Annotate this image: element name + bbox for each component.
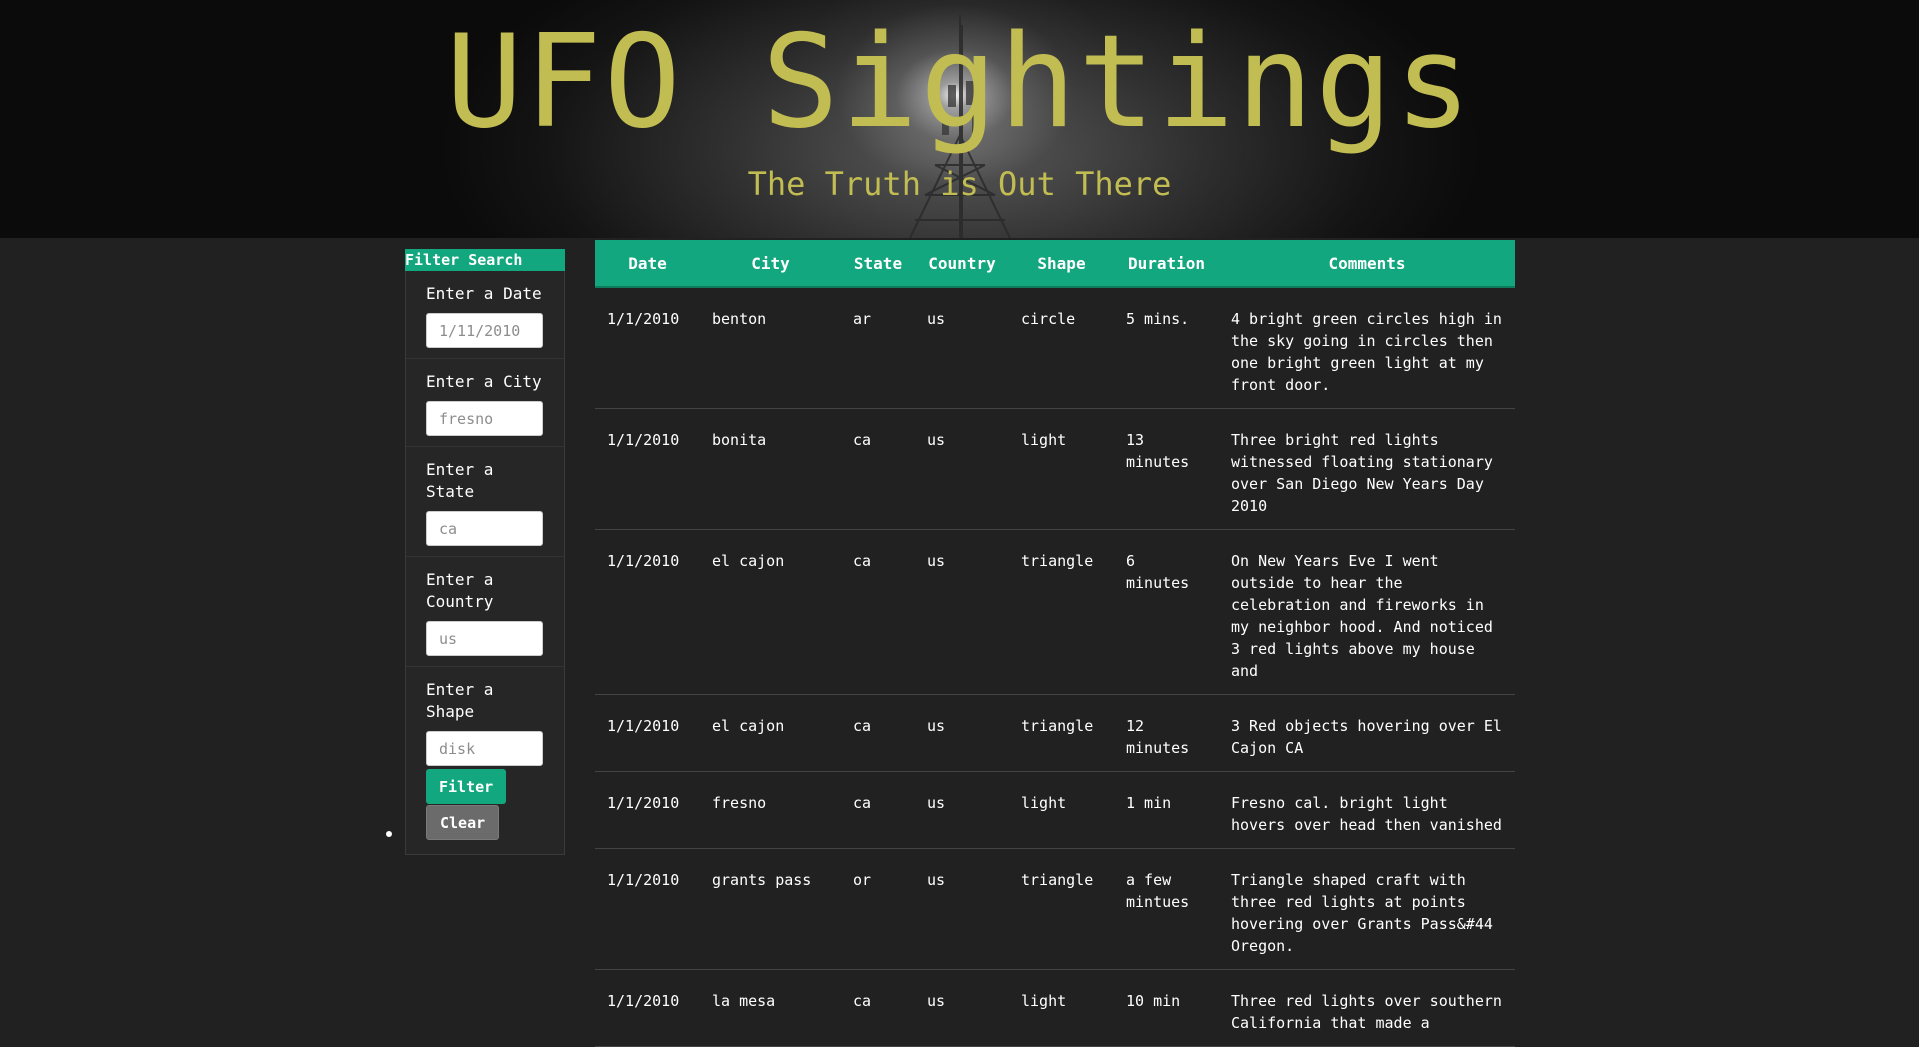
cell-city: fresno: [700, 771, 841, 849]
sightings-table: Date City State Country Shape Duration C…: [595, 240, 1515, 1047]
cell-shape: triangle: [1009, 848, 1114, 970]
cell-duration: 10 min: [1114, 969, 1219, 1047]
table-header-row: Date City State Country Shape Duration C…: [595, 240, 1515, 288]
column-header-duration[interactable]: Duration: [1114, 240, 1219, 288]
page-title: UFO Sightings: [445, 8, 1474, 157]
column-header-city[interactable]: City: [700, 240, 841, 288]
clear-button[interactable]: Clear: [426, 805, 500, 840]
cell-duration: a few mintues: [1114, 848, 1219, 970]
sightings-table-container: Date City State Country Shape Duration C…: [595, 240, 1515, 1047]
shape-filter-input[interactable]: [426, 731, 543, 766]
cell-city: el cajon: [700, 694, 841, 772]
column-header-state[interactable]: State: [841, 240, 915, 288]
country-filter-group: Enter a Country: [406, 557, 564, 667]
country-filter-label: Enter a Country: [426, 570, 494, 611]
cell-country: us: [915, 969, 1009, 1047]
cell-shape: triangle: [1009, 529, 1114, 695]
cell-comments: Fresno cal. bright light hovers over hea…: [1219, 771, 1515, 849]
cell-country: us: [915, 694, 1009, 772]
cell-state: or: [841, 848, 915, 970]
cell-state: ar: [841, 287, 915, 409]
cell-city: grants pass: [700, 848, 841, 970]
cell-date: 1/1/2010: [595, 408, 700, 530]
table-row: 1/1/2010 benton ar us circle 5 mins. 4 b…: [595, 287, 1515, 409]
city-filter-group: Enter a City: [406, 359, 564, 447]
cell-comments: Triangle shaped craft with three red lig…: [1219, 848, 1515, 970]
table-row: 1/1/2010 grants pass or us triangle a fe…: [595, 848, 1515, 970]
cell-date: 1/1/2010: [595, 848, 700, 970]
cell-comments: Three red lights over southern Californi…: [1219, 969, 1515, 1047]
column-header-comments[interactable]: Comments: [1219, 240, 1515, 288]
table-row: 1/1/2010 fresno ca us light 1 min Fresno…: [595, 771, 1515, 849]
cell-duration: 6 minutes: [1114, 529, 1219, 695]
shape-filter-group: Enter a Shape Filter Clear: [406, 667, 564, 854]
table-row: 1/1/2010 el cajon ca us triangle 6 minut…: [595, 529, 1515, 695]
shape-filter-label: Enter a Shape: [426, 680, 494, 721]
cell-country: us: [915, 848, 1009, 970]
cell-city: el cajon: [700, 529, 841, 695]
cell-state: ca: [841, 969, 915, 1047]
column-header-country[interactable]: Country: [915, 240, 1009, 288]
cell-duration: 1 min: [1114, 771, 1219, 849]
table-row: 1/1/2010 bonita ca us light 13 minutes T…: [595, 408, 1515, 530]
city-filter-input[interactable]: [426, 401, 543, 436]
state-filter-input[interactable]: [426, 511, 543, 546]
city-filter-label: Enter a City: [426, 372, 542, 391]
cell-city: la mesa: [700, 969, 841, 1047]
cell-country: us: [915, 408, 1009, 530]
cell-duration: 5 mins.: [1114, 287, 1219, 409]
table-row: 1/1/2010 el cajon ca us triangle 12 minu…: [595, 694, 1515, 772]
column-header-date[interactable]: Date: [595, 240, 700, 288]
cell-city: bonita: [700, 408, 841, 530]
hero-banner: UFO Sightings The Truth is Out There: [0, 0, 1919, 238]
cell-comments: On New Years Eve I went outside to hear …: [1219, 529, 1515, 695]
cell-duration: 13 minutes: [1114, 408, 1219, 530]
cell-shape: light: [1009, 969, 1114, 1047]
cell-comments: 4 bright green circles high in the sky g…: [1219, 287, 1515, 409]
cell-date: 1/1/2010: [595, 694, 700, 772]
page-subtitle: The Truth is Out There: [747, 165, 1172, 203]
cell-shape: triangle: [1009, 694, 1114, 772]
column-header-shape[interactable]: Shape: [1009, 240, 1114, 288]
cell-shape: light: [1009, 771, 1114, 849]
list-bullet: [386, 831, 392, 837]
date-filter-input[interactable]: [426, 313, 543, 348]
cell-country: us: [915, 529, 1009, 695]
date-filter-label: Enter a Date: [426, 284, 542, 303]
cell-duration: 12 minutes: [1114, 694, 1219, 772]
state-filter-label: Enter a State: [426, 460, 494, 501]
cell-state: ca: [841, 408, 915, 530]
cell-state: ca: [841, 771, 915, 849]
table-row: 1/1/2010 la mesa ca us light 10 min Thre…: [595, 969, 1515, 1047]
cell-state: ca: [841, 694, 915, 772]
country-filter-input[interactable]: [426, 621, 543, 656]
cell-date: 1/1/2010: [595, 969, 700, 1047]
cell-comments: Three bright red lights witnessed floati…: [1219, 408, 1515, 530]
cell-date: 1/1/2010: [595, 771, 700, 849]
cell-shape: light: [1009, 408, 1114, 530]
cell-shape: circle: [1009, 287, 1114, 409]
cell-city: benton: [700, 287, 841, 409]
filter-button[interactable]: Filter: [426, 769, 507, 804]
date-filter-group: Enter a Date: [406, 271, 564, 359]
cell-date: 1/1/2010: [595, 529, 700, 695]
cell-comments: 3 Red objects hovering over El Cajon CA: [1219, 694, 1515, 772]
state-filter-group: Enter a State: [406, 447, 564, 557]
filter-panel: Enter a Date Enter a City Enter a State …: [405, 271, 565, 855]
filter-search-heading: Filter Search: [405, 249, 565, 271]
cell-country: us: [915, 287, 1009, 409]
filter-sidebar: Filter Search Enter a Date Enter a City …: [405, 249, 565, 855]
cell-state: ca: [841, 529, 915, 695]
cell-date: 1/1/2010: [595, 287, 700, 409]
cell-country: us: [915, 771, 1009, 849]
